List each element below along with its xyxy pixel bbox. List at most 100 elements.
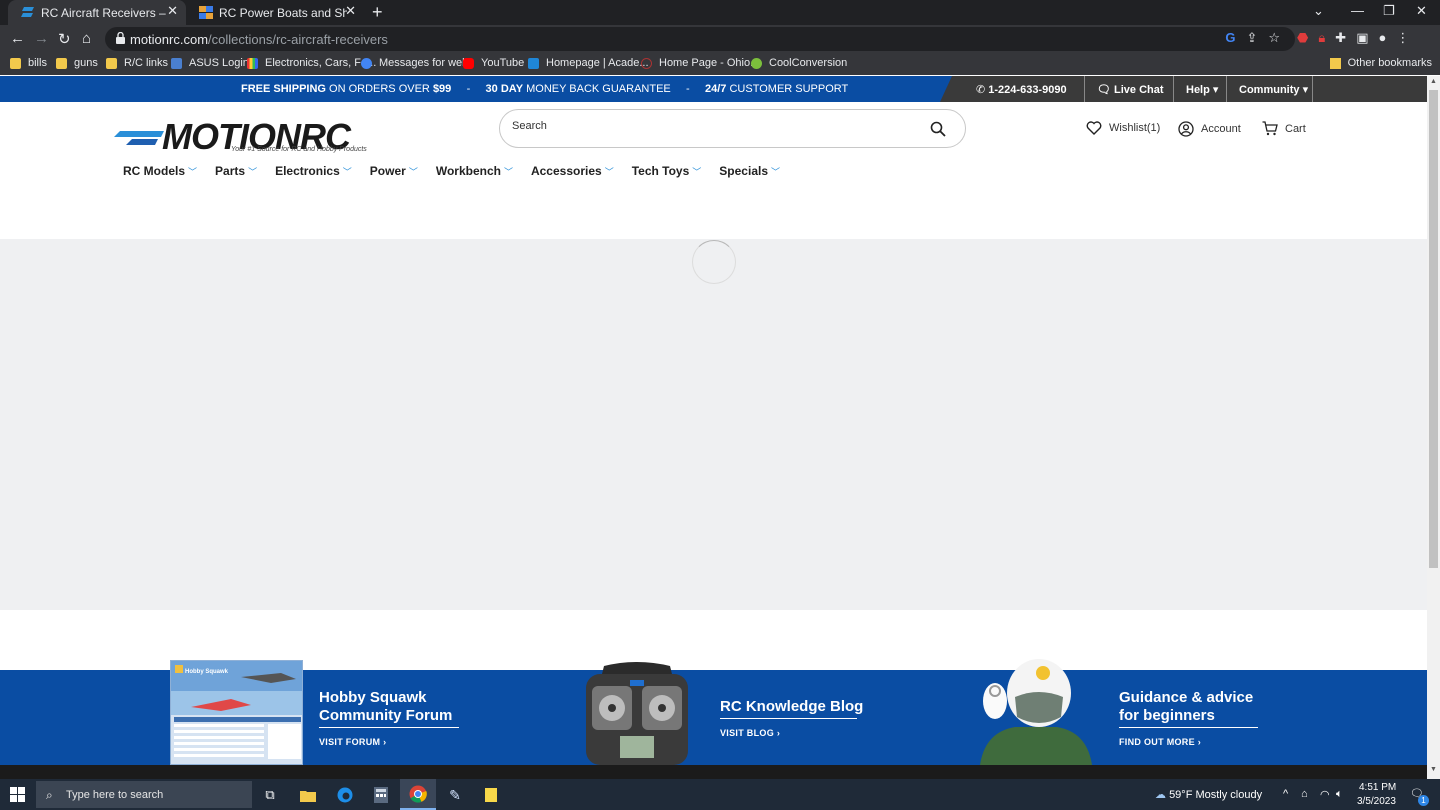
help-menu[interactable]: Help ▾ [1186, 83, 1218, 96]
nav-accessories[interactable]: Accessories ﹀ [531, 164, 614, 178]
share-icon[interactable]: ⇪ [1246, 30, 1257, 46]
search-icon[interactable] [930, 121, 946, 137]
hobby-favicon-icon [199, 6, 213, 19]
menu-kebab-icon[interactable]: ⋮ [1396, 30, 1409, 46]
nav-workbench[interactable]: Workbench ﹀ [436, 164, 513, 178]
browser-toolbar: ← → ↻ ⌂ motionrc.com/collections/rc-airc… [0, 25, 1440, 53]
show-hidden-icons-chevron-icon[interactable]: ^ [1283, 788, 1288, 800]
bookmark-asus-login[interactable]: ASUS Login [171, 57, 249, 69]
windows-start-icon[interactable] [10, 787, 25, 802]
close-tab-icon[interactable]: ✕ [167, 3, 178, 19]
nav-rc-models[interactable]: RC Models ﹀ [123, 164, 197, 178]
search-input[interactable] [512, 120, 912, 132]
bookmark-guns[interactable]: guns [56, 57, 98, 69]
forum-screenshot-image[interactable]: Hobby Squawk [170, 660, 303, 765]
forward-icon[interactable]: → [34, 30, 49, 47]
bookmark-electronics[interactable]: Electronics, Cars, Fa... [247, 57, 376, 69]
restore-icon[interactable]: ❐ [1383, 3, 1395, 19]
site-header: MOTIONRC Your #1 Source for RC and Hobby… [0, 102, 1427, 239]
extension-lock-icon[interactable]: 🔒︎ [1318, 30, 1325, 46]
close-tab-icon[interactable]: ✕ [345, 3, 356, 19]
motionrc-logo[interactable]: MOTIONRC [114, 112, 394, 162]
google-icon[interactable]: G [1225, 30, 1235, 46]
caret-down-icon: ▾ [1302, 84, 1309, 96]
chrome-icon[interactable] [400, 779, 436, 810]
sticky-notes-icon[interactable] [480, 784, 502, 806]
clock-time[interactable]: 4:51 PM [1359, 782, 1396, 793]
page-scrollbar[interactable]: ▲ ▼ [1427, 76, 1440, 779]
bookmark-homepage-academy[interactable]: Homepage | Acade... [528, 57, 649, 69]
weather-widget[interactable]: ☁ 59°F Mostly cloudy [1155, 788, 1262, 801]
bookmark-other-bookmarks[interactable]: Other bookmarks [1329, 57, 1432, 69]
bookmark-star-icon[interactable]: ☆ [1268, 30, 1280, 46]
account-link[interactable]: Account [1178, 121, 1241, 137]
tab-rc-aircraft-receivers[interactable]: RC Aircraft Receivers – Motion RC ✕ [8, 0, 186, 25]
clock-date[interactable]: 3/5/2023 [1357, 796, 1396, 807]
chevron-down-icon: ﹀ [342, 166, 352, 177]
new-tab-button[interactable]: + [372, 2, 383, 23]
bookmark-rc-links[interactable]: R/C links [106, 57, 168, 69]
volume-icon[interactable]: 🔈︎ [1336, 788, 1343, 801]
reload-icon[interactable]: ↻ [58, 30, 71, 48]
calculator-icon[interactable] [370, 784, 392, 806]
chevron-down-icon: ﹀ [692, 166, 702, 177]
chevron-down-icon: ﹀ [248, 166, 258, 177]
extensions-puzzle-icon[interactable]: ✚ [1335, 30, 1346, 46]
bookmark-bills[interactable]: bills [10, 57, 47, 69]
minimize-icon[interactable]: — [1351, 3, 1364, 18]
pilot-mascot-image[interactable] [975, 657, 1097, 765]
visit-forum-link[interactable]: VISIT FORUM › [319, 737, 386, 747]
ohio-icon [641, 57, 652, 69]
phone-icon: ✆ [976, 84, 986, 96]
search-icon: ⌕ [46, 788, 53, 802]
folder-icon [1329, 57, 1341, 69]
paint-icon[interactable]: ✎ [444, 784, 466, 806]
live-chat-link[interactable]: 🗨︎ Live Chat [1097, 83, 1164, 96]
scrollbar-thumb[interactable] [1429, 90, 1438, 568]
close-window-icon[interactable]: ✕ [1416, 3, 1427, 19]
taskbar-search-box[interactable]: ⌕ Type here to search [36, 781, 252, 808]
file-explorer-icon[interactable] [297, 784, 319, 806]
rc-transmitter-image[interactable] [582, 660, 692, 765]
nav-specials[interactable]: Specials ﹀ [719, 164, 780, 178]
main-nav: RC Models ﹀ Parts ﹀ Electronics ﹀ Power ﹀ Wo… [123, 164, 798, 178]
nav-power[interactable]: Power ﹀ [370, 164, 418, 178]
cart-link[interactable]: Cart [1262, 121, 1306, 136]
chevron-down-icon: ﹀ [771, 166, 781, 177]
scroll-up-icon[interactable]: ▲ [1430, 78, 1437, 85]
chevron-down-icon: ﹀ [604, 166, 614, 177]
tab-search-chevron-icon[interactable]: ⌄ [1313, 3, 1324, 19]
wishlist-link[interactable]: Wishlist(1) [1086, 121, 1160, 135]
profile-avatar-icon[interactable]: ● [1378, 30, 1386, 46]
nav-parts[interactable]: Parts ﹀ [215, 164, 257, 178]
bookmark-youtube[interactable]: YouTube [463, 57, 524, 69]
tray-device-icon[interactable]: ⌂ [1301, 788, 1308, 800]
divider [720, 718, 857, 719]
side-panel-icon[interactable]: ▣ [1356, 30, 1368, 46]
browser-tab-strip: RC Aircraft Receivers – Motion RC ✕ RC P… [0, 0, 1440, 25]
find-out-more-link[interactable]: FIND OUT MORE › [1119, 737, 1201, 747]
wifi-icon[interactable]: ◠ [1320, 788, 1330, 801]
home-icon[interactable]: ⌂ [82, 30, 91, 47]
bookmark-messages[interactable]: Messages for web [361, 57, 468, 69]
footer-strip [0, 765, 1427, 779]
bookmark-coolconversion[interactable]: CoolConversion [751, 57, 847, 69]
visit-blog-link[interactable]: VISIT BLOG › [720, 728, 780, 738]
nav-tech-toys[interactable]: Tech Toys ﹀ [632, 164, 702, 178]
tab-rc-power-boats[interactable]: RC Power Boats and Ships - Hobby ✕ [186, 0, 364, 25]
nav-electronics[interactable]: Electronics ﹀ [275, 164, 352, 178]
phone-link[interactable]: ✆ 1-224-633-9090 [976, 83, 1067, 96]
extension-abp-icon[interactable]: ⬣ [1297, 30, 1308, 46]
task-view-icon[interactable]: ⧉ [259, 784, 281, 806]
address-bar[interactable]: motionrc.com/collections/rc-aircraft-rec… [105, 27, 1295, 51]
community-menu[interactable]: Community ▾ [1239, 83, 1308, 96]
logo-tagline: Your #1 Source for RC and Hobby Products [231, 146, 367, 153]
bookmark-home-page-ohio[interactable]: Home Page - Ohio... [641, 57, 759, 69]
chat-icon: 🗨︎ [1097, 84, 1111, 96]
back-icon[interactable]: ← [10, 30, 25, 47]
url-text: motionrc.com/collections/rc-aircraft-rec… [130, 32, 388, 47]
edge-icon[interactable] [334, 784, 356, 806]
scroll-down-icon[interactable]: ▼ [1430, 766, 1437, 773]
plane-icon [528, 57, 539, 69]
divider [1312, 76, 1313, 102]
